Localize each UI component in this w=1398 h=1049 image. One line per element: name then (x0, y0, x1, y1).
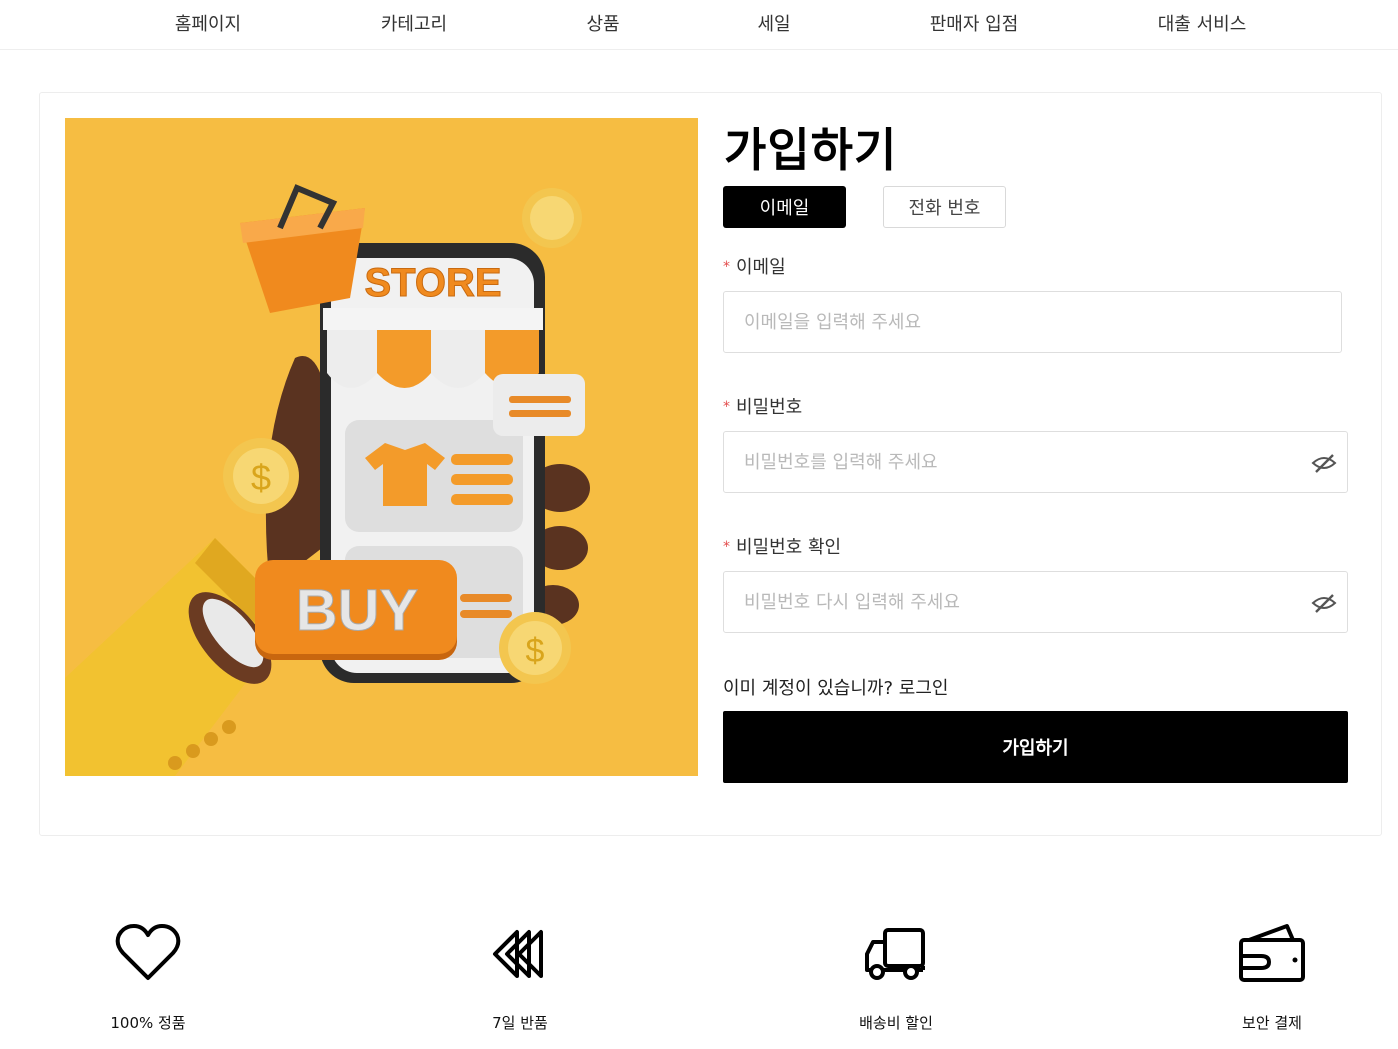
tab-phone[interactable]: 전화 번호 (883, 186, 1006, 228)
password-label-text: 비밀번호 (736, 397, 803, 418)
nav-item-sale[interactable]: 세일 (757, 10, 790, 36)
feature-label: 보안 결제 (1242, 1014, 1302, 1032)
password-confirm-field[interactable] (724, 572, 1347, 632)
feature-payment: 보안 결제 (1182, 920, 1362, 1035)
email-label: * 이메일 (723, 253, 786, 279)
rewind-icon (493, 930, 543, 978)
buy-button-text: BUY (296, 578, 418, 643)
password-label: * 비밀번호 (723, 393, 802, 419)
nav-item-products[interactable]: 상품 (586, 10, 619, 36)
truck-icon (865, 928, 925, 980)
svg-text:$: $ (251, 457, 271, 498)
nav-item-category[interactable]: 카테고리 (381, 10, 447, 36)
feature-genuine: 100% 정품 (58, 920, 238, 1035)
feature-return: 7일 반품 (430, 920, 610, 1035)
heart-icon (115, 924, 181, 980)
required-mark: * (723, 259, 730, 275)
required-mark: * (723, 399, 730, 415)
login-link[interactable]: 이미 계정이 있습니까? 로그인 (723, 674, 948, 700)
password-confirm-label: * 비밀번호 확인 (723, 533, 841, 559)
email-field[interactable] (724, 292, 1341, 352)
nav-item-home[interactable]: 홈페이지 (175, 10, 241, 36)
password-field[interactable] (724, 432, 1347, 492)
tab-email[interactable]: 이메일 (723, 186, 846, 228)
eye-hidden-icon[interactable] (1311, 590, 1337, 616)
password-field-wrapper (723, 431, 1348, 493)
store-sign-text: STORE (364, 261, 501, 305)
email-label-text: 이메일 (736, 257, 786, 278)
page-title: 가입하기 (724, 123, 898, 177)
top-navigation: 홈페이지 카테고리 상품 세일 판매자 입점 대출 서비스 (0, 0, 1398, 50)
shopping-phone-illustration: STORE $ $ BUY (65, 184, 590, 776)
hero-illustration: STORE $ $ BUY (65, 118, 698, 776)
password-confirm-label-text: 비밀번호 확인 (736, 537, 842, 558)
eye-hidden-icon[interactable] (1311, 450, 1337, 476)
feature-label: 7일 반품 (492, 1014, 548, 1032)
required-mark: * (723, 539, 730, 555)
wallet-icon (1239, 924, 1305, 982)
feature-label: 배송비 할인 (859, 1014, 933, 1032)
feature-label: 100% 정품 (110, 1014, 186, 1032)
nav-item-loan[interactable]: 대출 서비스 (1158, 10, 1247, 36)
nav-item-seller[interactable]: 판매자 입점 (930, 10, 1019, 36)
email-field-wrapper (723, 291, 1342, 353)
feature-shipping: 배송비 할인 (806, 920, 986, 1035)
password-confirm-field-wrapper (723, 571, 1348, 633)
signup-submit-button[interactable]: 가입하기 (723, 711, 1348, 783)
svg-text:$: $ (526, 632, 545, 670)
